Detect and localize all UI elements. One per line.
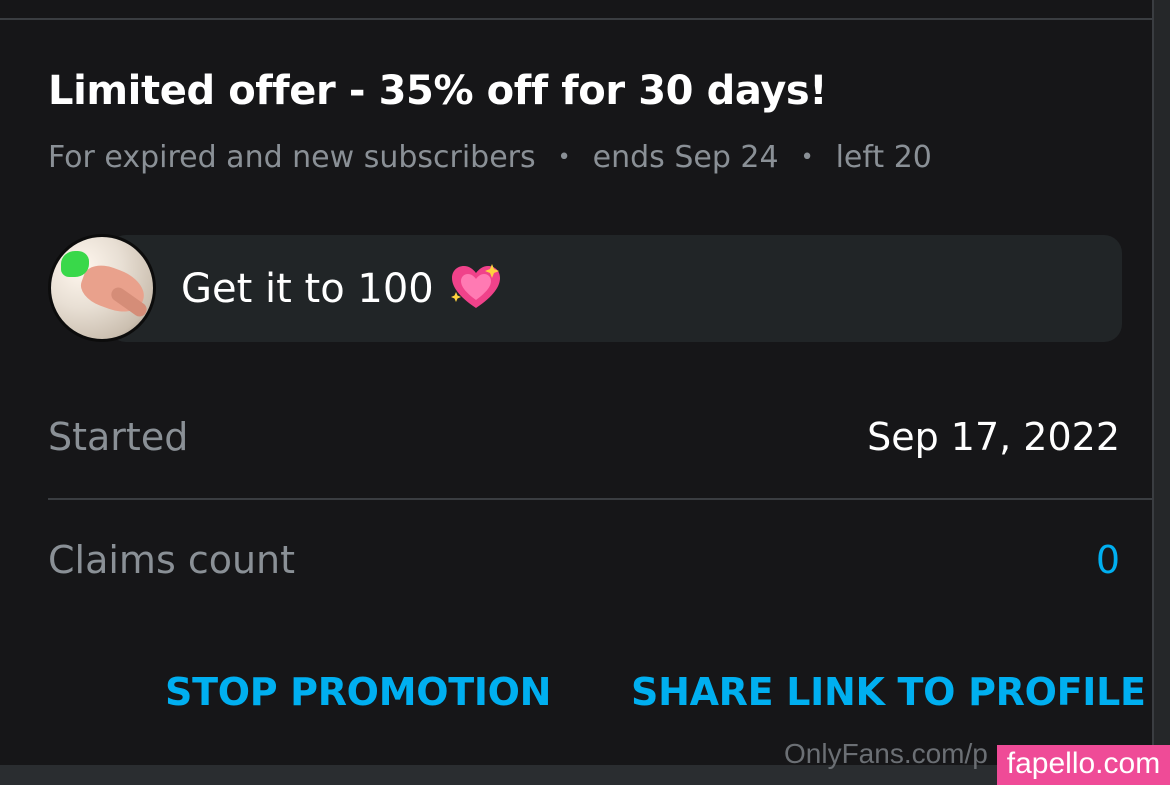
onlyfans-watermark: OnlyFans.com/p (784, 738, 988, 769)
offer-meta: For expired and new subscribers • ends S… (48, 140, 932, 175)
started-value: Sep 17, 2022 (867, 415, 1120, 459)
promotion-card: Limited offer - 35% off for 30 days! For… (0, 0, 1170, 785)
edge-divider (1152, 0, 1154, 785)
row-divider (48, 498, 1152, 500)
message-text: Get it to 100 (181, 266, 434, 312)
scroll-edge (1152, 0, 1170, 785)
top-divider (0, 18, 1152, 20)
avatar[interactable] (48, 234, 156, 342)
claims-count-value[interactable]: 0 (1096, 538, 1120, 582)
sparkling-heart-icon (450, 264, 500, 308)
offer-audience: For expired and new subscribers (48, 140, 536, 175)
claims-count-label: Claims count (48, 538, 296, 582)
offer-ends: ends Sep 24 (592, 140, 779, 175)
meta-separator: • (557, 145, 571, 170)
share-link-button[interactable]: SHARE LINK TO PROFILE (631, 670, 1146, 714)
offer-left: left 20 (835, 140, 932, 175)
stop-promotion-button[interactable]: STOP PROMOTION (165, 670, 551, 714)
meta-separator: • (800, 145, 814, 170)
promo-message: Get it to 100 (48, 234, 1122, 344)
started-label: Started (48, 415, 189, 459)
fapello-watermark: fapello.com (997, 745, 1170, 785)
offer-title: Limited offer - 35% off for 30 days! (48, 68, 828, 114)
message-content: Get it to 100 (181, 264, 504, 314)
